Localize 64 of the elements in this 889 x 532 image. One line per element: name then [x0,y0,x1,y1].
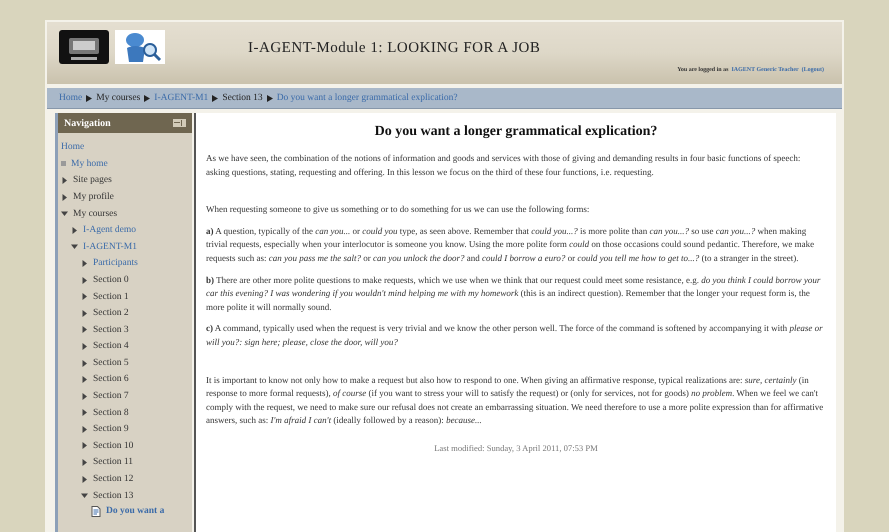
nav-item[interactable]: Section 1 [93,290,129,304]
site-title: I-AGENT-Module 1: LOOKING FOR A JOB [248,39,540,58]
nav-link[interactable]: Home [61,140,84,154]
collapsed-arrow-icon[interactable] [81,426,88,433]
nav-item[interactable]: Section 5 [93,356,129,370]
collapsed-arrow-icon[interactable] [81,376,88,384]
collapsed-arrow-icon[interactable] [81,476,88,483]
nav-item[interactable]: Section 4 [93,339,129,354]
breadcrumb-item: My courses [96,92,140,105]
nav-item[interactable]: Site pages [73,173,112,188]
collapsed-arrow-icon[interactable] [71,226,78,234]
nav-item[interactable]: Section 13 [93,488,134,503]
nav-item[interactable]: Section 0 [93,272,129,288]
nav-item[interactable]: Section 6 [93,372,129,387]
collapsed-arrow-icon[interactable] [81,392,88,400]
nav-item[interactable]: Section 10 [93,438,134,454]
separator-icon [144,94,150,102]
expanded-arrow-icon[interactable] [81,492,88,500]
nav-item[interactable]: Section 12 [93,472,134,486]
breadcrumb-item: Section 13 [222,92,263,105]
collapsed-arrow-icon[interactable] [81,260,88,267]
collapsed-arrow-icon[interactable] [61,176,68,184]
expanded-arrow-icon[interactable] [61,210,68,218]
nav-item[interactable]: Section 2 [93,306,129,320]
expanded-arrow-icon[interactable] [71,243,78,250]
paragraph: a) A question, typically of the can you... or could you type, as seen above. Remember that could you...? is more polite than can you...? so use can you...? when making trivial requests, especially when your interlocutor is someone you know. Using the more polite form could on those occasions could sound pedantic. Therefore, we make requests such as: can you pass me the salt? or can you unlock the door? and could I borrow a euro? or could you tell me how to get to...? (to a stranger in the street). [206,224,816,265]
paragraph: As we have seen, the combination of the notions of information and goods and services with those of giving and demanding results in four basic functions of speech: asking questions, stating, requesting and offering. In this lesson we focus on the third of these four functions, i.e. requesting. [206,152,802,179]
nav-item[interactable]: Section 11 [93,455,134,470]
nav-item[interactable]: Section 3 [93,322,129,337]
dock-icon[interactable] [173,119,186,127]
separator-icon [86,94,92,102]
nav-link[interactable]: I-AGENT-M1 [83,240,138,254]
separator-icon [266,94,273,102]
collapsed-arrow-icon[interactable] [81,409,88,416]
paragraph: It is important to know not only how to make a request but also how to respond to one. When giving an affirmative response, typical realizations are: sure, certainly (in response to more formal requests), of course (if you want to stress your will to satisfy the request) or (only for services, not for goods) no problem. When we feel we can't comply with the request, we need to make sure our refusal does not create an embarrassing situation. We need therefore to use a more polite expression than for affirmative answers, such as: I'm afraid I can't (ideally followed by a reason): because... [206,374,824,428]
paragraph: c) A command, typically used when the request is very trivial and we know the other person well. The force of the command is softened by accompanying it with please or will you?: sign here; please, close the door, will you? [206,322,824,349]
nav-link[interactable]: Do you want a [106,504,164,518]
paragraph: When requesting someone to give us something or to do something for us we can use the following forms: [206,203,590,216]
last-modified: Last modified: Sunday, 3 April 2011, 07:53 PM [433,442,599,455]
separator-icon [212,94,218,102]
nav-item[interactable]: Section 9 [93,422,129,437]
nav-item[interactable]: My courses [73,206,118,221]
paragraph: b) There are other more polite questions to make requests, which we use when we think that our request could meet some resistance, e.g. do you think I could borrow your car this evening? I was wondering if you wouldn't mind helping me with my homework (this is an indirect question). Remember that the longer your request form is, the more polite it will normally sound. [206,274,822,314]
collapsed-arrow-icon[interactable] [81,442,88,450]
page-icon [91,506,101,518]
collapsed-arrow-icon[interactable] [81,276,88,284]
nav-item[interactable]: Section 7 [93,389,129,404]
collapsed-arrow-icon[interactable] [81,326,88,334]
page-title: Do you want a longer grammatical explication? [374,123,658,141]
collapsed-arrow-icon[interactable] [81,360,88,367]
bullet-icon [61,161,66,166]
nav-item[interactable]: Section 8 [93,406,129,420]
collapsed-arrow-icon[interactable] [61,194,68,201]
block-title: Navigation [64,116,111,130]
nav-link[interactable]: I-Agent demo [83,223,136,238]
collapsed-arrow-icon[interactable] [81,293,88,300]
collapsed-arrow-icon[interactable] [81,459,88,466]
logo-icon [59,30,109,64]
collapsed-arrow-icon[interactable] [81,342,88,350]
nav-link[interactable]: My home [71,156,108,172]
nav-link[interactable]: Participants [93,256,138,271]
nav-item[interactable]: My profile [73,190,114,204]
collapsed-arrow-icon[interactable] [81,310,88,317]
figure-with-magnifier-icon [115,30,165,64]
